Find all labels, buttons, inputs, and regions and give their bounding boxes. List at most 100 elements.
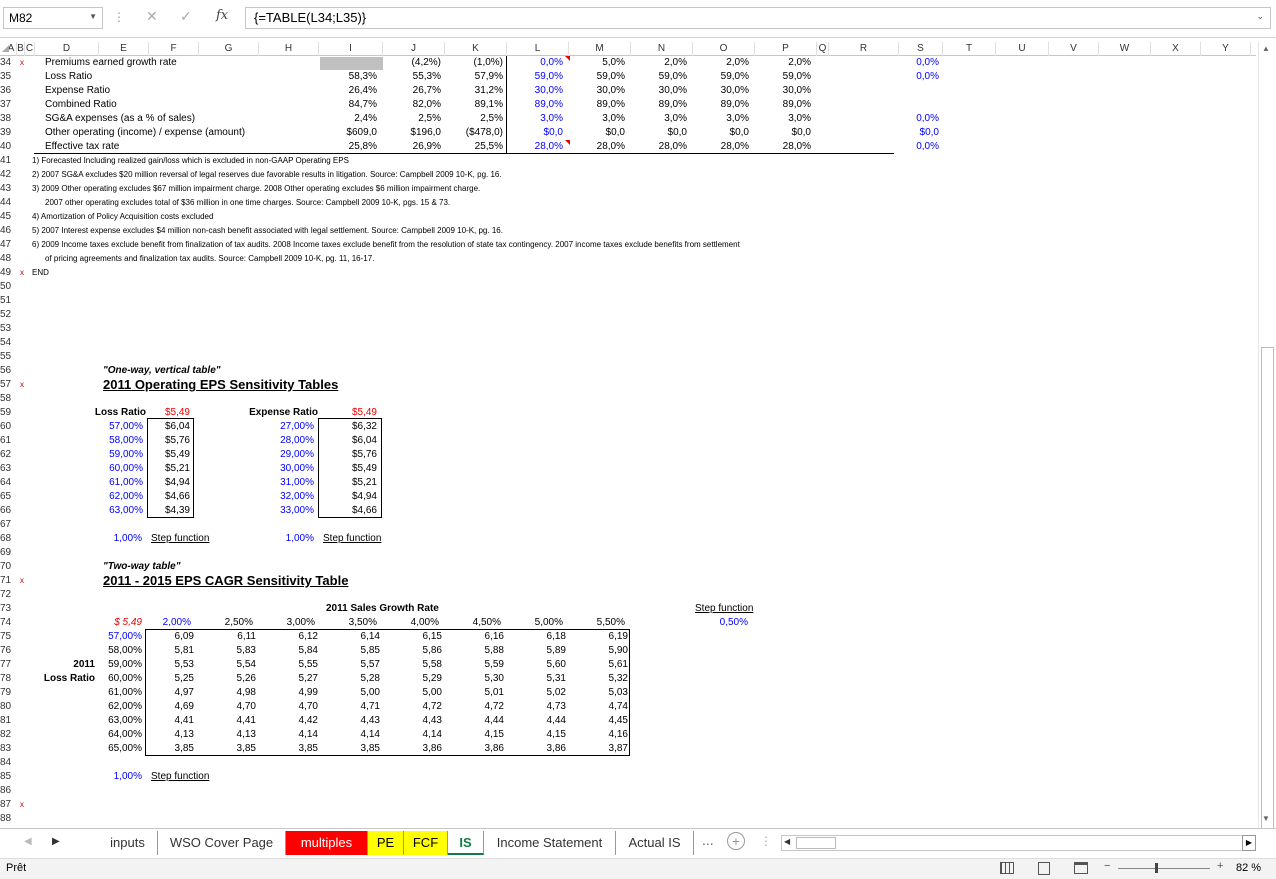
value-cell[interactable]: 26,9% <box>383 140 441 154</box>
step-function-label[interactable]: Step function <box>695 602 753 616</box>
loss-rate-header[interactable]: 58,00% <box>96 644 142 658</box>
loss-rate-header[interactable]: 59,00% <box>96 658 142 672</box>
row-header[interactable]: 40 <box>0 140 16 154</box>
column-header[interactable]: M <box>569 42 631 56</box>
value-cell[interactable]: 5,0% <box>569 56 625 70</box>
row-header[interactable]: 78 <box>0 672 16 686</box>
hscroll-right-icon[interactable]: ▶ <box>1242 835 1256 851</box>
column-header[interactable]: S <box>899 42 943 56</box>
value-cell[interactable]: 25,5% <box>445 140 503 154</box>
column-header[interactable]: E <box>99 42 149 56</box>
column-header[interactable]: P <box>755 42 817 56</box>
normal-view-icon[interactable] <box>1000 862 1014 874</box>
value-cell[interactable]: 30,0% <box>631 84 687 98</box>
row-header[interactable]: 55 <box>0 350 16 364</box>
row-label[interactable]: Premiums earned growth rate <box>45 56 305 70</box>
chevron-down-icon[interactable]: ▼ <box>89 12 97 21</box>
row-header[interactable]: 80 <box>0 700 16 714</box>
value-cell[interactable]: 59,0% <box>507 70 563 84</box>
column-header[interactable]: J <box>383 42 445 56</box>
value-cell[interactable]: 82,0% <box>383 98 441 112</box>
value-cell[interactable]: 26,4% <box>319 84 377 98</box>
value-cell[interactable]: 59,0% <box>755 70 811 84</box>
loss-rate-header[interactable]: 60,00% <box>96 672 142 686</box>
comment-indicator[interactable] <box>565 56 570 61</box>
page-break-icon[interactable] <box>1074 862 1088 874</box>
value-cell[interactable]: 0,0% <box>899 70 939 84</box>
value-cell[interactable]: 59,0% <box>693 70 749 84</box>
footnote[interactable]: 6) 2009 Income taxes exclude benefit fro… <box>32 238 740 252</box>
row-header[interactable]: 68 <box>0 532 16 546</box>
step-value[interactable]: 1,00% <box>100 770 142 784</box>
enter-icon[interactable]: ✓ <box>180 8 192 25</box>
row-header[interactable]: 84 <box>0 756 16 770</box>
value-cell[interactable]: 89,0% <box>631 98 687 112</box>
value-cell[interactable]: 0,0% <box>507 56 563 70</box>
step-value[interactable]: 1,00% <box>276 532 314 546</box>
sheet-tab[interactable]: WSO Cover Page <box>158 831 286 855</box>
column-header[interactable]: G <box>199 42 259 56</box>
table-header[interactable]: Expense Ratio <box>240 406 318 420</box>
base-value[interactable]: $ 5,49 <box>90 616 142 630</box>
step-function-label[interactable]: Step function <box>323 532 381 546</box>
rate-cell[interactable]: 27,00% <box>262 420 314 434</box>
axis-title[interactable]: Loss Ratio <box>40 672 95 686</box>
sheet-tab[interactable]: inputs <box>98 831 158 855</box>
row-label[interactable]: SG&A expenses (as a % of sales) <box>45 112 305 126</box>
value-cell[interactable]: 3,0% <box>631 112 687 126</box>
scroll-up-icon[interactable]: ▲ <box>1262 44 1270 53</box>
row-header[interactable]: 46 <box>0 224 16 238</box>
scroll-down-icon[interactable]: ▼ <box>1262 814 1270 823</box>
expand-formula-icon[interactable]: ⌄ <box>1256 11 1264 22</box>
tab-scroll-left-icon[interactable]: ◀ <box>24 836 32 847</box>
value-cell[interactable]: 59,0% <box>631 70 687 84</box>
section-caption[interactable]: "Two-way table" <box>103 560 180 574</box>
column-header[interactable]: Y <box>1201 42 1251 56</box>
growth-rate-header[interactable]: 5,00% <box>519 616 563 630</box>
value-cell[interactable]: 0,0% <box>899 140 939 154</box>
value-cell[interactable]: 89,1% <box>445 98 503 112</box>
table-header[interactable]: Loss Ratio <box>60 406 146 420</box>
row-header[interactable]: 64 <box>0 476 16 490</box>
cancel-icon[interactable]: ✕ <box>146 8 158 25</box>
row-header[interactable]: 50 <box>0 280 16 294</box>
sheet-tab[interactable]: PE <box>368 831 404 855</box>
tab-scroll-right-icon[interactable]: ▶ <box>52 836 60 847</box>
row-header[interactable]: 51 <box>0 294 16 308</box>
sheet-tab[interactable]: IS <box>448 831 484 855</box>
footnote[interactable]: 3) 2009 Other operating excludes $67 mil… <box>32 182 480 196</box>
value-cell[interactable]: 3,0% <box>755 112 811 126</box>
column-header[interactable]: D <box>35 42 99 56</box>
row-header[interactable]: 61 <box>0 434 16 448</box>
row-header[interactable]: 41 <box>0 154 16 168</box>
row-header[interactable]: 39 <box>0 126 16 140</box>
value-cell[interactable]: 55,3% <box>383 70 441 84</box>
step-function-label[interactable]: Step function <box>151 532 209 546</box>
value-cell[interactable]: 2,5% <box>445 112 503 126</box>
rate-cell[interactable]: 32,00% <box>262 490 314 504</box>
rate-cell[interactable]: 59,00% <box>99 448 143 462</box>
loss-rate-header[interactable]: 61,00% <box>96 686 142 700</box>
row-header[interactable]: 62 <box>0 448 16 462</box>
rate-cell[interactable]: 57,00% <box>99 420 143 434</box>
rate-cell[interactable]: 61,00% <box>99 476 143 490</box>
zoom-out-icon[interactable]: − <box>1104 860 1110 872</box>
row-header[interactable]: 45 <box>0 210 16 224</box>
loss-rate-header[interactable]: 62,00% <box>96 700 142 714</box>
loss-rate-header[interactable]: 57,00% <box>96 630 142 644</box>
value-cell[interactable]: 26,7% <box>383 84 441 98</box>
value-cell[interactable]: 0,0% <box>899 56 939 70</box>
column-header[interactable]: L <box>507 42 569 56</box>
row-header[interactable]: 85 <box>0 770 16 784</box>
axis-title[interactable]: 2011 Sales Growth Rate <box>326 602 439 616</box>
rate-cell[interactable]: 63,00% <box>99 504 143 518</box>
value-cell[interactable]: (1,0%) <box>445 56 503 70</box>
growth-rate-header[interactable]: 4,50% <box>457 616 501 630</box>
footnote[interactable]: of pricing agreements and finalization t… <box>45 252 374 266</box>
row-header[interactable]: 44 <box>0 196 16 210</box>
tab-more[interactable]: ... <box>702 832 714 848</box>
growth-rate-header[interactable]: 2,50% <box>209 616 253 630</box>
value-cell[interactable]: 89,0% <box>569 98 625 112</box>
value-cell[interactable]: 25,8% <box>319 140 377 154</box>
value-cell[interactable]: 89,0% <box>693 98 749 112</box>
